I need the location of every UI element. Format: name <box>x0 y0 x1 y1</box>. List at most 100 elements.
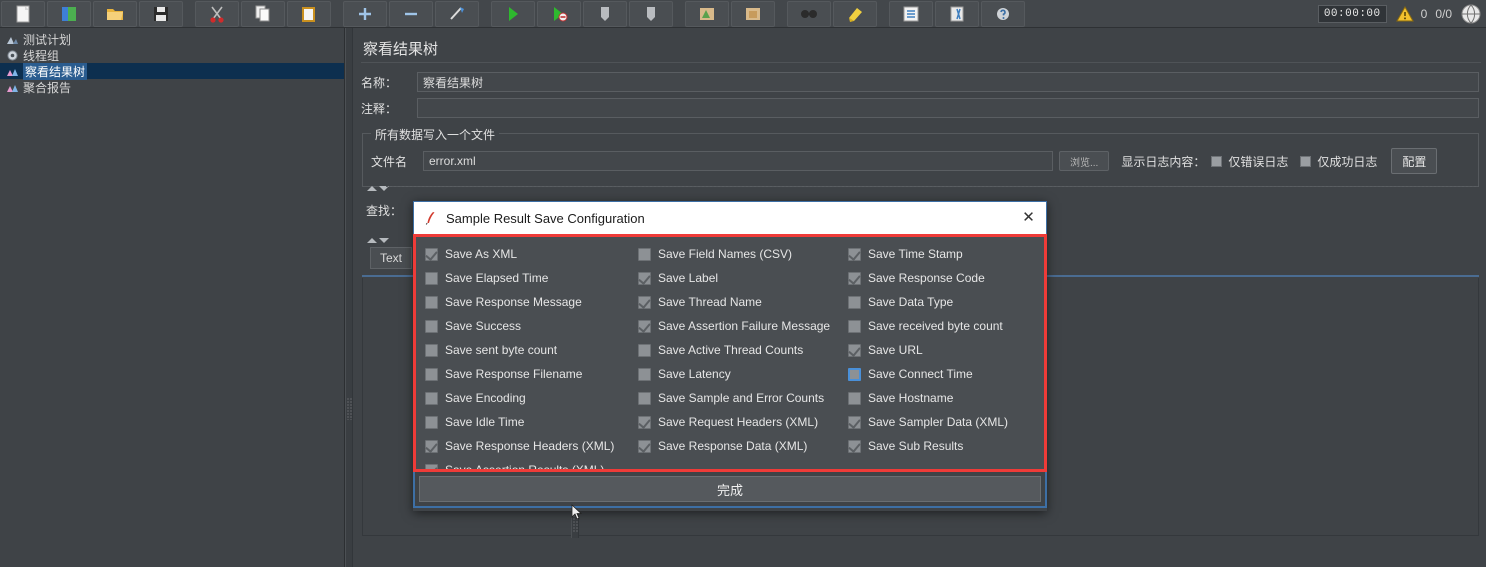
tree-item-2[interactable]: 察看结果树 <box>0 62 344 80</box>
checkbox-row: Save Encoding <box>425 386 638 410</box>
save-received-byte-count-checkbox[interactable] <box>848 319 861 333</box>
tree-item-label: 测试计划 <box>23 32 72 47</box>
toggle-icon[interactable] <box>435 0 479 27</box>
checkbox-row-empty <box>638 458 848 469</box>
globe-icon[interactable] <box>1460 3 1482 25</box>
save-connect-time-checkbox[interactable] <box>848 367 861 381</box>
stop-remote-all-icon[interactable] <box>731 0 775 27</box>
save-assertion-failure-message-checkbox[interactable] <box>638 319 651 333</box>
save-field-names-csv-checkbox[interactable] <box>638 247 651 261</box>
save-request-headers-xml-checkbox[interactable] <box>638 415 651 429</box>
checkbox-row: Save Latency <box>638 362 848 386</box>
success-only-checkbox[interactable] <box>1300 155 1312 167</box>
save-field-names-csv-label: Save Field Names (CSV) <box>658 247 793 261</box>
collapse-toggle-1[interactable] <box>366 183 390 193</box>
expand-all-icon[interactable] <box>343 0 387 27</box>
close-icon[interactable]: ✕ <box>1020 210 1037 227</box>
save-icon[interactable] <box>139 0 183 27</box>
clear-icon[interactable] <box>787 0 831 27</box>
name-input[interactable] <box>417 72 1479 92</box>
save-thread-name-checkbox[interactable] <box>638 295 651 309</box>
view-results-tree-icon <box>7 68 18 76</box>
save-sampler-data-xml-checkbox[interactable] <box>848 415 861 429</box>
checkbox-row: Save Idle Time <box>425 410 638 434</box>
collapse-all-icon[interactable] <box>389 0 433 27</box>
save-latency-checkbox[interactable] <box>638 367 651 381</box>
templates-icon[interactable] <box>47 0 91 27</box>
thread-group-icon <box>7 49 18 61</box>
main-vertical-splitter[interactable] <box>345 28 353 567</box>
comment-label: 注释： <box>361 101 398 116</box>
save-sub-results-checkbox[interactable] <box>848 439 861 453</box>
browse-button[interactable]: 浏览... <box>1059 151 1110 171</box>
save-response-code-checkbox[interactable] <box>848 271 861 285</box>
help-icon[interactable] <box>981 0 1025 27</box>
success-only-label: 仅成功日志 <box>1317 154 1378 169</box>
open-icon[interactable] <box>93 0 137 27</box>
start-icon[interactable] <box>491 0 535 27</box>
save-response-filename-checkbox[interactable] <box>425 367 438 381</box>
save-response-message-checkbox[interactable] <box>425 295 438 309</box>
save-time-stamp-label: Save Time Stamp <box>868 247 963 261</box>
save-hostname-checkbox[interactable] <box>848 391 861 405</box>
log-display-label: 显示日志内容： <box>1121 154 1206 169</box>
comment-input[interactable] <box>417 98 1479 118</box>
save-assertion-results-xml-checkbox[interactable] <box>425 463 438 469</box>
done-button[interactable]: 完成 <box>419 476 1041 502</box>
save-data-type-checkbox[interactable] <box>848 295 861 309</box>
render-type-select[interactable]: Text <box>370 247 412 269</box>
search-row: 查找： <box>366 202 402 219</box>
filename-input[interactable] <box>423 151 1053 171</box>
elapsed-timer: 00:00:00 <box>1317 5 1387 23</box>
search-log-icon[interactable] <box>889 0 933 27</box>
save-response-headers-xml-checkbox[interactable] <box>425 439 438 453</box>
checkbox-row: Save Sub Results <box>848 434 1044 458</box>
save-active-thread-counts-label: Save Active Thread Counts <box>658 343 804 357</box>
chevron-down-icon-2[interactable] <box>379 238 389 243</box>
paste-icon[interactable] <box>287 0 331 27</box>
checkbox-row: Save Response Code <box>848 266 1044 290</box>
tree-item-3[interactable]: 聚合报告 <box>0 79 344 95</box>
start-no-pauses-icon[interactable] <box>537 0 581 27</box>
save-elapsed-time-checkbox[interactable] <box>425 271 438 285</box>
save-connect-time-label: Save Connect Time <box>868 367 973 381</box>
new-icon[interactable] <box>1 0 45 27</box>
dialog-title-bar[interactable]: Sample Result Save Configuration ✕ <box>413 201 1047 234</box>
save-url-checkbox[interactable] <box>848 343 861 357</box>
configure-button[interactable]: 配置 <box>1391 148 1438 174</box>
test-plan-tree[interactable]: 测试计划 线程组 察看结果树 聚合报告 <box>0 28 345 567</box>
save-encoding-checkbox[interactable] <box>425 391 438 405</box>
splitter-grip[interactable] <box>347 398 352 420</box>
stop-icon[interactable] <box>583 0 627 27</box>
start-remote-all-icon[interactable] <box>685 0 729 27</box>
save-label-checkbox[interactable] <box>638 271 651 285</box>
chevron-up-icon-2[interactable] <box>367 238 377 243</box>
shutdown-icon[interactable] <box>629 0 673 27</box>
checkbox-row: Save sent byte count <box>425 338 638 362</box>
save-time-stamp-checkbox[interactable] <box>848 247 861 261</box>
save-encoding-label: Save Encoding <box>445 391 526 405</box>
save-sample-and-error-counts-checkbox[interactable] <box>638 391 651 405</box>
test-plan-icon <box>7 36 18 44</box>
checkbox-row: Save Elapsed Time <box>425 266 638 290</box>
save-success-checkbox[interactable] <box>425 319 438 333</box>
aggregate-report-icon <box>7 84 18 92</box>
copy-icon[interactable] <box>241 0 285 27</box>
errors-only-checkbox[interactable] <box>1211 155 1223 167</box>
save-idle-time-checkbox[interactable] <box>425 415 438 429</box>
collapse-toggle-2[interactable] <box>366 235 390 245</box>
save-response-data-xml-checkbox[interactable] <box>638 439 651 453</box>
tree-item-1[interactable]: 线程组 <box>0 47 344 63</box>
save-as-xml-checkbox[interactable] <box>425 247 438 261</box>
page-title: 察看结果树 <box>363 41 439 58</box>
jmeter-window: 00:00:00 0 0/0 测试计划 线程组 察看结果树 聚合报告 察看结果树… <box>0 0 1486 567</box>
clear-all-icon[interactable] <box>833 0 877 27</box>
search-label: 查找： <box>366 204 403 218</box>
save-sent-byte-count-checkbox[interactable] <box>425 343 438 357</box>
cut-icon[interactable] <box>195 0 239 27</box>
function-helper-icon[interactable] <box>935 0 979 27</box>
tree-item-0[interactable]: 测试计划 <box>0 31 344 47</box>
warning-indicator[interactable]: 0 <box>1395 5 1427 23</box>
chevron-up-icon[interactable] <box>367 186 377 191</box>
save-active-thread-counts-checkbox[interactable] <box>638 343 651 357</box>
